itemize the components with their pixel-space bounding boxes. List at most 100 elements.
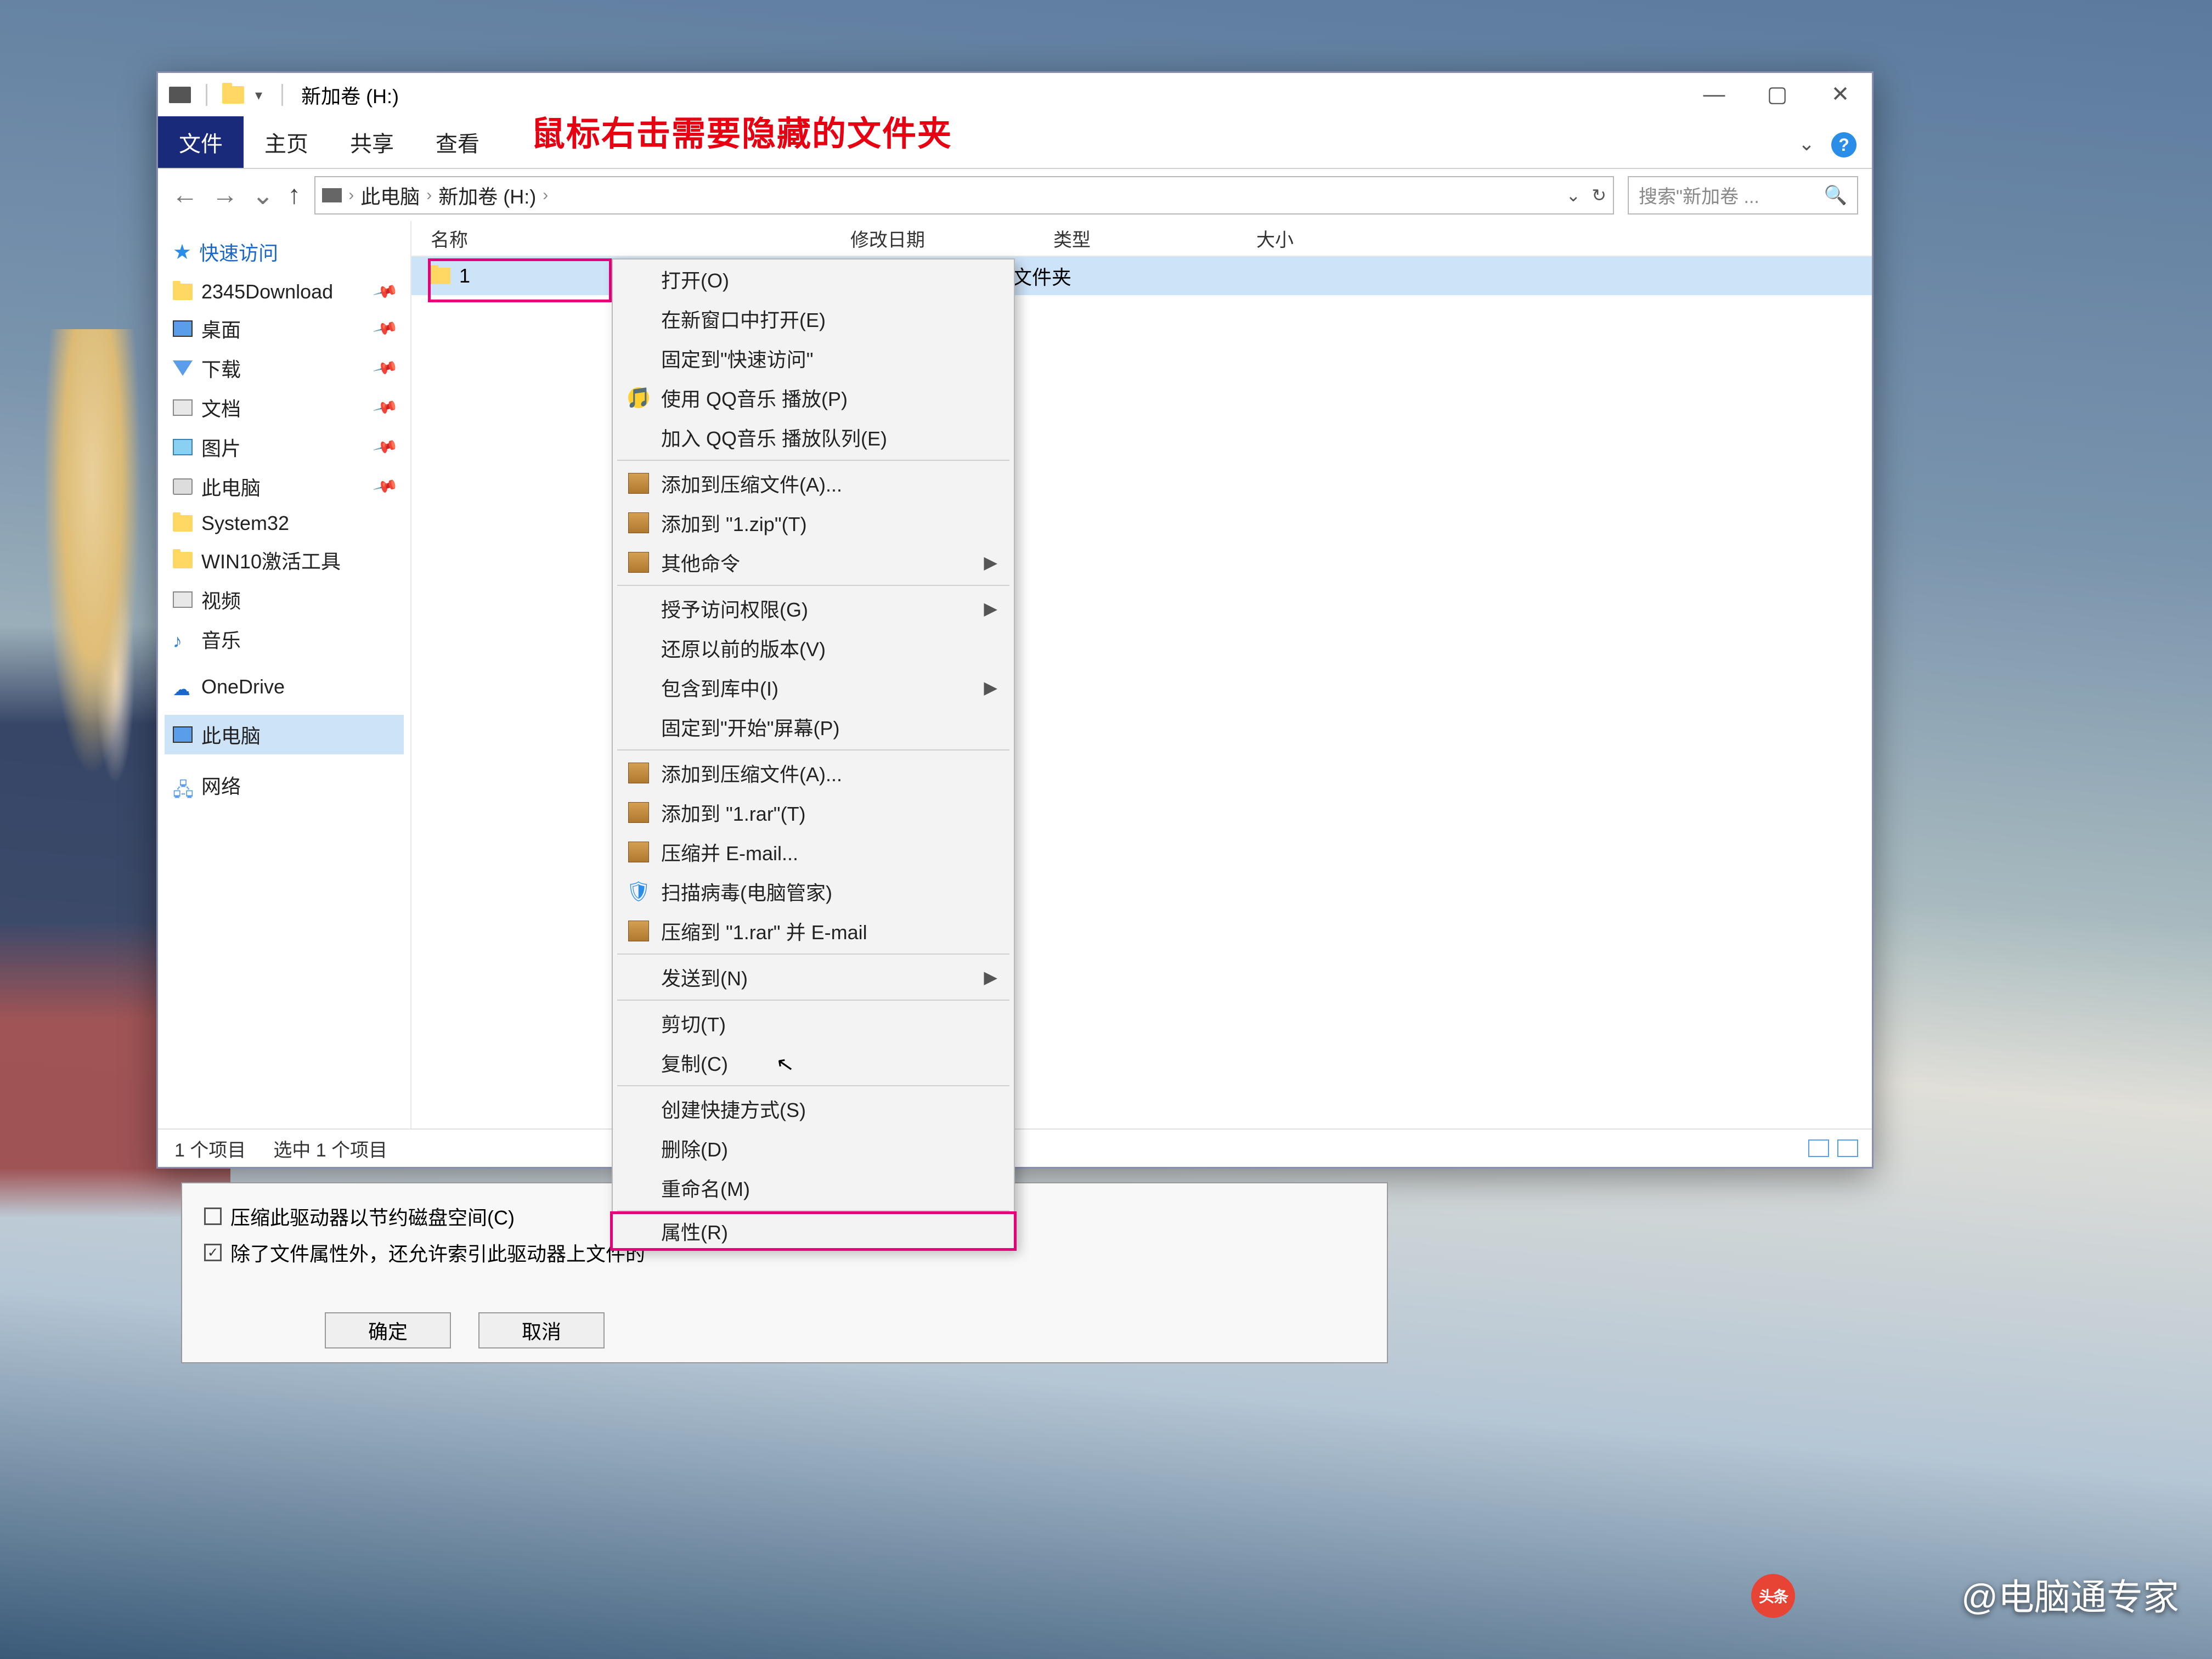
ok-button[interactable]: 确定 xyxy=(325,1312,451,1348)
recent-dropdown-icon[interactable]: ⌄ xyxy=(252,180,274,211)
menu-item-icon xyxy=(628,512,649,533)
sidebar-item[interactable]: ♪音乐 xyxy=(165,619,404,659)
address-bar[interactable]: › 此电脑 › 新加卷 (H:) › ⌄ ↻ xyxy=(314,176,1614,215)
forward-button[interactable]: → xyxy=(212,180,238,210)
sidebar-item[interactable]: 2345Download📌 xyxy=(165,275,404,309)
menu-separator xyxy=(617,953,1009,955)
drive-icon xyxy=(169,87,191,103)
menu-item[interactable]: 添加到 "1.zip"(T) xyxy=(613,503,1014,543)
folder-icon xyxy=(173,515,193,532)
column-headers: 名称 修改日期 类型 大小 xyxy=(411,221,1872,257)
folder-icon xyxy=(431,268,450,284)
menu-item-icon xyxy=(628,921,649,941)
menu-item-icon xyxy=(628,637,649,658)
breadcrumb-thispc[interactable]: 此电脑 xyxy=(360,181,420,210)
menu-item[interactable]: 固定到"开始"屏幕(P) xyxy=(613,707,1014,747)
help-icon[interactable]: ? xyxy=(1831,132,1857,157)
search-input[interactable]: 搜索"新加卷 ... 🔍 xyxy=(1628,176,1858,215)
menu-item-icon xyxy=(628,348,649,369)
separator xyxy=(281,84,283,106)
col-date[interactable]: 修改日期 xyxy=(839,225,1042,252)
menu-item[interactable]: 复制(C) xyxy=(613,1043,1014,1082)
menu-separator xyxy=(617,1085,1009,1086)
menu-item[interactable]: 压缩到 "1.rar" 并 E-mail xyxy=(613,911,1014,951)
menu-item[interactable]: 重命名(M) xyxy=(613,1168,1014,1207)
back-button[interactable]: ← xyxy=(172,180,198,210)
menu-item-icon xyxy=(628,763,649,783)
menu-item-label: 固定到"快速访问" xyxy=(661,344,814,373)
menu-item[interactable]: 加入 QQ音乐 播放队列(E) xyxy=(613,417,1014,457)
sidebar-item-label: 图片 xyxy=(201,433,241,461)
sidebar-quick-access[interactable]: ★ 快速访问 xyxy=(165,232,404,272)
ribbon-tab-view[interactable]: 查看 xyxy=(415,116,500,168)
ribbon-tab-share[interactable]: 共享 xyxy=(329,116,415,168)
menu-item[interactable]: 创建快捷方式(S) xyxy=(613,1089,1014,1128)
sidebar-item[interactable]: 视频 xyxy=(165,580,404,619)
menu-item[interactable]: 在新窗口中打开(E) xyxy=(613,299,1014,338)
sidebar-item[interactable]: 文档📌 xyxy=(165,388,404,427)
menu-item[interactable]: 授予访问权限(G)▶ xyxy=(613,589,1014,628)
col-size[interactable]: 大小 xyxy=(1245,225,1399,252)
ribbon-tab-home[interactable]: 主页 xyxy=(244,116,329,168)
close-button[interactable]: ✕ xyxy=(1809,73,1872,116)
view-details-icon[interactable] xyxy=(1808,1139,1829,1157)
menu-item-label: 在新窗口中打开(E) xyxy=(661,304,826,333)
menu-item[interactable]: 其他命令▶ xyxy=(613,543,1014,582)
col-name[interactable]: 名称 xyxy=(411,225,839,252)
menu-item[interactable]: 固定到"快速访问" xyxy=(613,338,1014,378)
col-type[interactable]: 类型 xyxy=(1042,225,1245,252)
maximize-button[interactable]: ▢ xyxy=(1746,73,1809,116)
menu-item[interactable]: 属性(R) xyxy=(610,1211,1017,1251)
menu-item[interactable]: 添加到压缩文件(A)... xyxy=(613,753,1014,793)
status-selected: 选中 1 个项目 xyxy=(273,1135,387,1162)
menu-item[interactable]: 包含到库中(I)▶ xyxy=(613,668,1014,707)
menu-item[interactable]: 压缩并 E-mail... xyxy=(613,832,1014,872)
menu-item-icon xyxy=(628,1052,649,1073)
qat-dropdown-icon[interactable]: ▾ xyxy=(255,87,262,104)
sidebar-item-label: 下载 xyxy=(201,354,241,382)
sidebar-item[interactable]: 图片📌 xyxy=(165,427,404,467)
folder-icon xyxy=(173,552,193,568)
vid-icon xyxy=(173,591,193,608)
sidebar-item[interactable]: 此电脑📌 xyxy=(165,467,404,506)
address-dropdown-icon[interactable]: ⌄ xyxy=(1566,185,1581,206)
menu-item-icon xyxy=(628,1221,649,1242)
sidebar-network[interactable]: 🖧 网络 xyxy=(165,765,404,805)
titlebar: ▾ 新加卷 (H:) — ▢ ✕ xyxy=(158,73,1872,117)
sidebar-onedrive[interactable]: ☁ OneDrive xyxy=(165,670,404,704)
menu-separator xyxy=(617,749,1009,751)
menu-item-label: 剪切(T) xyxy=(661,1009,726,1037)
menu-item[interactable]: 添加到压缩文件(A)... xyxy=(613,464,1014,503)
menu-item[interactable]: 打开(O) xyxy=(613,259,1014,299)
ribbon-file-tab[interactable]: 文件 xyxy=(158,116,244,168)
ribbon-expand-icon[interactable]: ⌄ xyxy=(1798,132,1815,157)
up-button[interactable]: ↑ xyxy=(287,180,301,210)
sidebar-item[interactable]: WIN10激活工具 xyxy=(165,540,404,580)
menu-item-icon xyxy=(628,1013,649,1034)
menu-item-label: 压缩到 "1.rar" 并 E-mail xyxy=(661,917,867,945)
menu-item[interactable]: 删除(D) xyxy=(613,1128,1014,1168)
menu-item-icon xyxy=(628,473,649,494)
folder-icon xyxy=(222,86,244,104)
minimize-button[interactable]: — xyxy=(1683,73,1746,116)
menu-item[interactable]: 发送到(N)▶ xyxy=(613,957,1014,997)
view-large-icon[interactable] xyxy=(1837,1139,1858,1157)
pin-icon: 📌 xyxy=(371,315,399,342)
sidebar-item[interactable]: 桌面📌 xyxy=(165,309,404,348)
star-icon: ★ xyxy=(173,240,191,264)
sidebar-item-label: System32 xyxy=(201,512,289,535)
sidebar-item[interactable]: System32 xyxy=(165,506,404,540)
breadcrumb-drive[interactable]: 新加卷 (H:) xyxy=(438,181,536,210)
menu-item[interactable]: 添加到 "1.rar"(T) xyxy=(613,793,1014,832)
menu-item-icon xyxy=(628,677,649,698)
refresh-button[interactable]: ↻ xyxy=(1592,185,1606,206)
menu-item-label: 删除(D) xyxy=(661,1134,728,1163)
menu-item[interactable]: 🛡扫描病毒(电脑管家) xyxy=(613,872,1014,911)
pin-icon: 📌 xyxy=(371,473,399,500)
cancel-button[interactable]: 取消 xyxy=(478,1312,605,1348)
menu-item[interactable]: 剪切(T) xyxy=(613,1003,1014,1043)
sidebar-thispc[interactable]: 此电脑 xyxy=(165,715,404,754)
sidebar-item[interactable]: 下载📌 xyxy=(165,348,404,388)
menu-item[interactable]: 还原以前的版本(V) xyxy=(613,628,1014,668)
menu-item[interactable]: 🎵使用 QQ音乐 播放(P) xyxy=(613,378,1014,417)
